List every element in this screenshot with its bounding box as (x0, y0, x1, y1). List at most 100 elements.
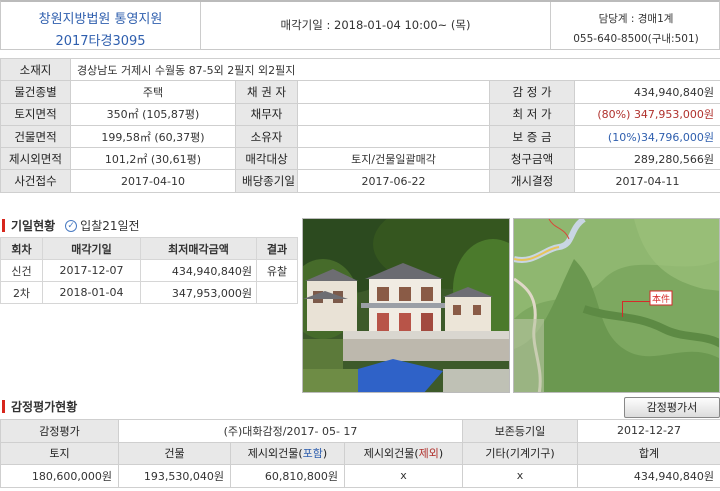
label-included: 포함 (302, 447, 323, 461)
result: 유찰 (256, 259, 298, 282)
property-photo[interactable] (302, 218, 510, 393)
court-info: 창원지방법원 통영지원 2017타경3095 (1, 2, 201, 50)
court-name: 창원지방법원 통영지원 (38, 12, 163, 27)
etc-value: x (462, 464, 578, 488)
land-area-label: 토지면적 (0, 102, 71, 126)
address-text: 경상남도 거제시 수월동 87-5외 2필지 (77, 63, 255, 77)
min-price-amount: 347,953,000원 (633, 108, 715, 122)
receipt-value: 2017-04-10 (70, 169, 236, 193)
label-part: 제시외건물( (247, 447, 303, 461)
case-number: 2017타경3095 (55, 34, 146, 49)
label-part: ) (438, 447, 444, 461)
check-circle-icon: ✓ (65, 219, 78, 232)
case-info-table: 소재지 경상남도 거제시 수월동 87-5외 2필지 외2필지 물건종별 주택 … (0, 57, 720, 193)
map-marker-label: 本件 (652, 293, 670, 305)
type-label: 물건종별 (0, 80, 71, 104)
col-amount: 최저매각금액 (140, 237, 257, 260)
appraisal-value: 434,940,840원 (573, 80, 720, 104)
house-photo-image (303, 219, 509, 392)
creditor-label: 채 권 자 (235, 80, 298, 104)
building-area-label: 건물면적 (0, 124, 71, 149)
receipt-label: 사건접수 (0, 169, 71, 193)
address-value: 경상남도 거제시 수월동 87-5외 2필지 외2필지 (69, 57, 720, 82)
claim-value: 289,280,566원 (573, 147, 720, 171)
col-etc: 기타(기계기구) (462, 441, 578, 465)
debtor-label: 채무자 (235, 102, 298, 126)
appraisal-label: 감정평가 (0, 419, 119, 443)
table-row: 소재지 경상남도 거제시 수월동 87-5외 2필지 외2필지 (0, 57, 720, 82)
col-land: 토지 (0, 441, 119, 465)
extra-excluded-value: x (344, 464, 463, 488)
department-info: 담당계 : 경매1계 055-640-8500(구내:501) (551, 2, 720, 50)
label-part: ) (322, 447, 328, 461)
history-title: 기일현황 (11, 219, 56, 233)
building-value: 193,530,040원 (118, 464, 231, 488)
claim-label: 청구금액 (489, 147, 575, 171)
sale-target-label: 매각대상 (235, 147, 298, 171)
case-header: 창원지방법원 통영지원 2017타경3095 매각기일 : 2018-01-04… (0, 0, 720, 50)
sale-target-value: 토지/건물일괄매각 (297, 147, 490, 171)
min-price-percent: (80%) (597, 108, 631, 122)
address-label: 소재지 (0, 57, 71, 82)
table-row: 제시외면적 101,2㎡ (30,61평) 매각대상 토지/건물일괄매각 청구금… (0, 147, 720, 171)
extra-included-value: 60,810,800원 (230, 464, 345, 488)
start-value: 2017-04-11 (573, 169, 720, 193)
history-table: 회차 매각기일 최저매각금액 결과 신건 2017-12-07 434,940,… (0, 237, 298, 304)
land-area-value: 350㎡ (105,87평) (70, 102, 236, 126)
extra-area-value: 101,2㎡ (30,61평) (70, 147, 236, 171)
sale-date: 매각기일 : 2018-01-04 10:00~ (목) (201, 2, 551, 50)
table-header-row: 토지 건물 제시외건물(포함) 제시외건물(제외) 기타(기계기구) 합계 (0, 441, 720, 465)
creditor-value (297, 80, 490, 104)
table-row: 물건종별 주택 채 권 자 감 정 가 434,940,840원 (0, 80, 720, 104)
table-row: 감정평가 (주)대화감정/2017- 05- 17 보존등기일 2012-12-… (0, 419, 720, 443)
location-map[interactable]: 本件 (513, 218, 720, 393)
table-row: 사건접수 2017-04-10 배당종기일 2017-06-22 개시결정 20… (0, 169, 720, 193)
appraisal-agency: (주)대화감정/2017- 05- 17 (118, 419, 463, 443)
extra-area-label: 제시외면적 (0, 147, 71, 171)
days-badge: ✓ 입찰21일전 (65, 217, 140, 234)
table-row: 토지면적 350㎡ (105,87평) 채무자 최 저 가 (80%) 347,… (0, 102, 720, 126)
registration-date: 2012-12-27 (577, 419, 720, 443)
table-header-row: 회차 매각기일 최저매각금액 결과 (0, 237, 298, 260)
department-phone: 055-640-8500(구내:501) (573, 33, 699, 45)
department: 담당계 : 경매1계 (598, 13, 674, 25)
registration-label: 보존등기일 (462, 419, 578, 443)
date: 2017-12-07 (42, 259, 141, 282)
deposit-label: 보 증 금 (489, 124, 575, 149)
appraisal-label: 감 정 가 (489, 80, 575, 104)
dividend-label: 배당종기일 (235, 169, 298, 193)
table-row: 신건 2017-12-07 434,940,840원 유찰 (0, 259, 298, 282)
owner-value (297, 124, 490, 149)
dividend-value: 2017-06-22 (297, 169, 490, 193)
days-badge-text: 입찰21일전 (80, 219, 140, 233)
total-value: 434,940,840원 (577, 464, 720, 488)
appraisal-table: 감정평가 (주)대화감정/2017- 05- 17 보존등기일 2012-12-… (0, 419, 720, 488)
col-total: 합계 (577, 441, 720, 465)
col-date: 매각기일 (42, 237, 141, 260)
amount: 434,940,840원 (140, 259, 257, 282)
appraisal-title: 감정평가현황 (11, 400, 78, 414)
col-round: 회차 (0, 237, 43, 260)
type-value: 주택 (70, 80, 236, 104)
amount: 347,953,000원 (140, 281, 257, 304)
round: 신건 (0, 259, 43, 282)
deposit-value: (10%)34,796,000원 (573, 124, 720, 149)
date: 2018-01-04 (42, 281, 141, 304)
col-extra-excluded: 제시외건물(제외) (344, 441, 463, 465)
table-row: 건물면적 199,58㎡ (60,37평) 소유자 보 증 금 (10%)34,… (0, 124, 720, 149)
result (256, 281, 298, 304)
label-excluded: 제외 (418, 447, 439, 461)
history-section-title: 기일현황 ✓ 입찰21일전 (2, 217, 140, 234)
terrain-map-image: 本件 (514, 219, 719, 392)
appraisal-report-button[interactable]: 감정평가서 (624, 397, 720, 418)
col-result: 결과 (256, 237, 298, 260)
appraisal-section-title: 감정평가현황 (2, 398, 77, 415)
col-building: 건물 (118, 441, 231, 465)
land-value: 180,600,000원 (0, 464, 119, 488)
table-row: 180,600,000원 193,530,040원 60,810,800원 x … (0, 464, 720, 488)
debtor-value (297, 102, 490, 126)
building-area-value: 199,58㎡ (60,37평) (70, 124, 236, 149)
min-price-value: (80%) 347,953,000원 (573, 102, 720, 126)
section-marker (2, 400, 5, 413)
label-part: 제시외건물( (363, 447, 419, 461)
